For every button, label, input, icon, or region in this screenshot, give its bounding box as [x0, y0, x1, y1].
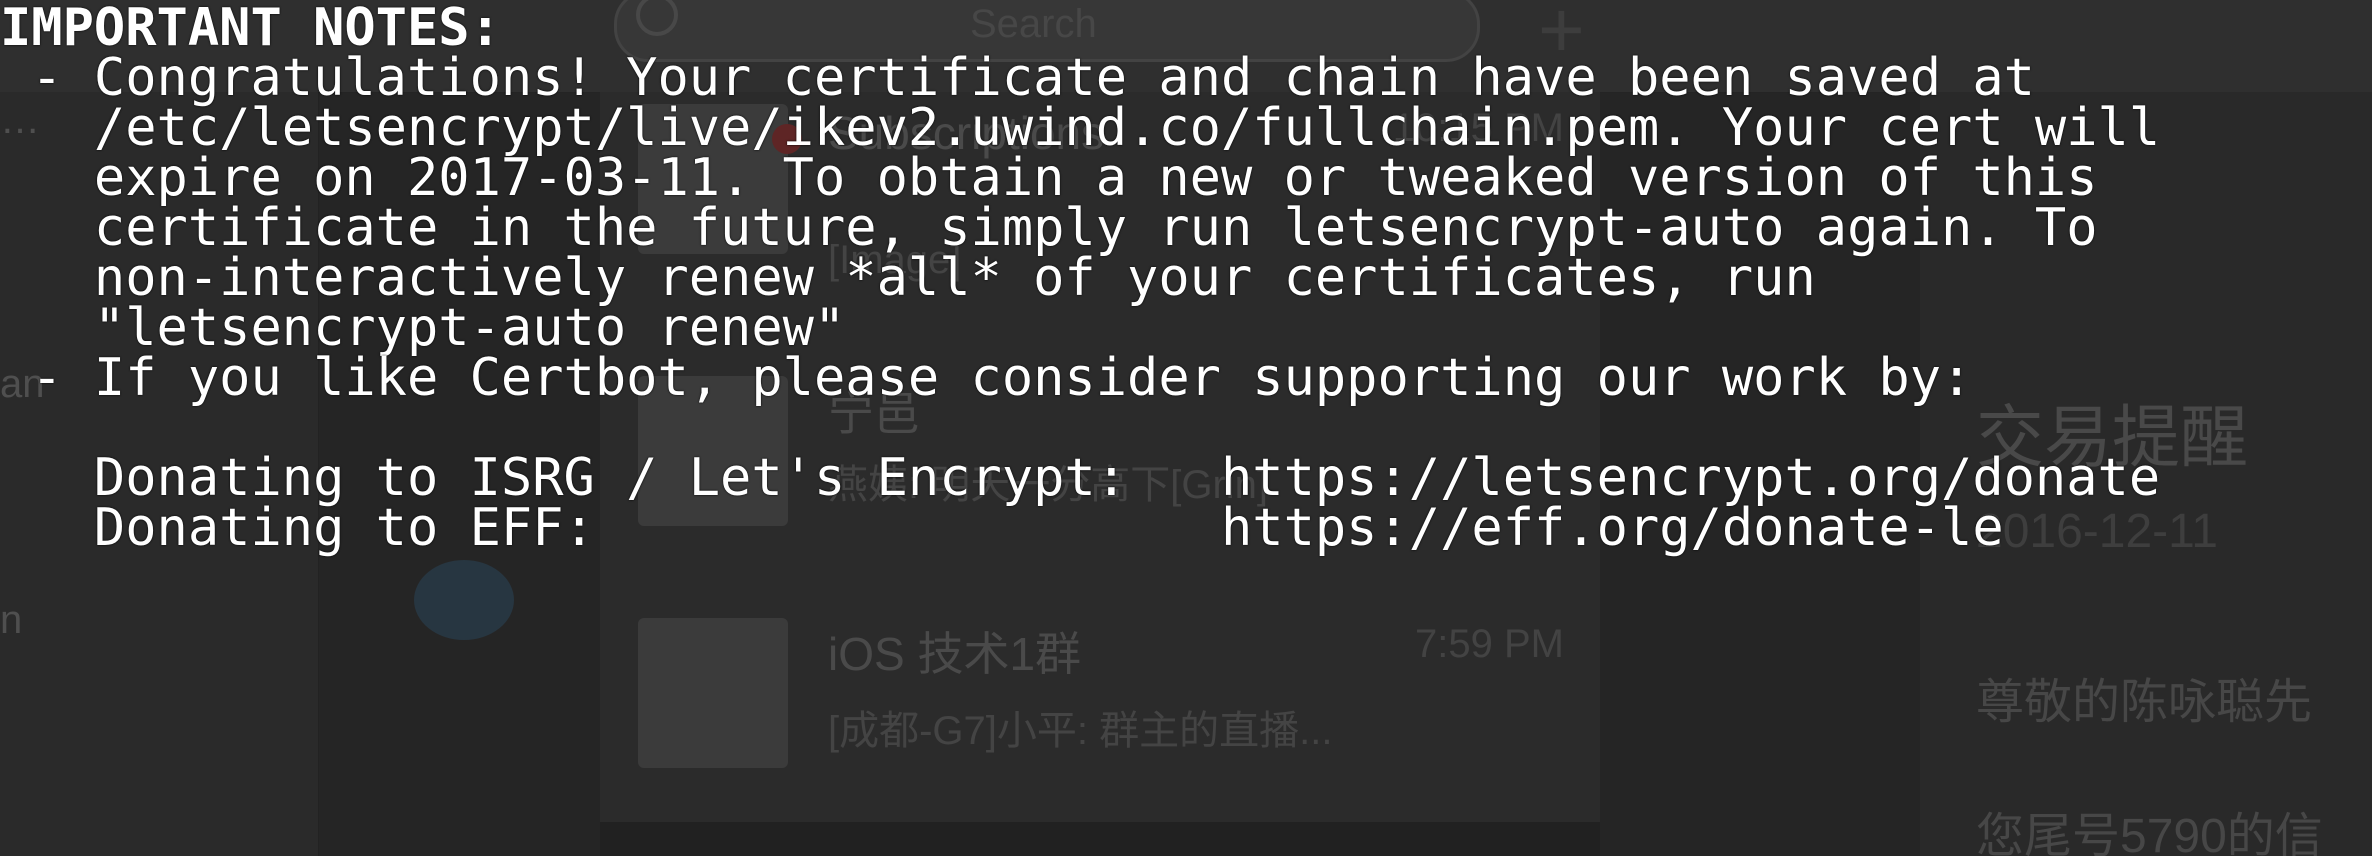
terminal-output[interactable]: IMPORTANT NOTES: - Congratulations! Your… [0, 0, 2372, 856]
terminal-line: - If you like Certbot, please consider s… [0, 348, 1973, 408]
terminal-donate-eff[interactable]: Donating to EFF: https://eff.org/donate-… [0, 490, 2004, 566]
